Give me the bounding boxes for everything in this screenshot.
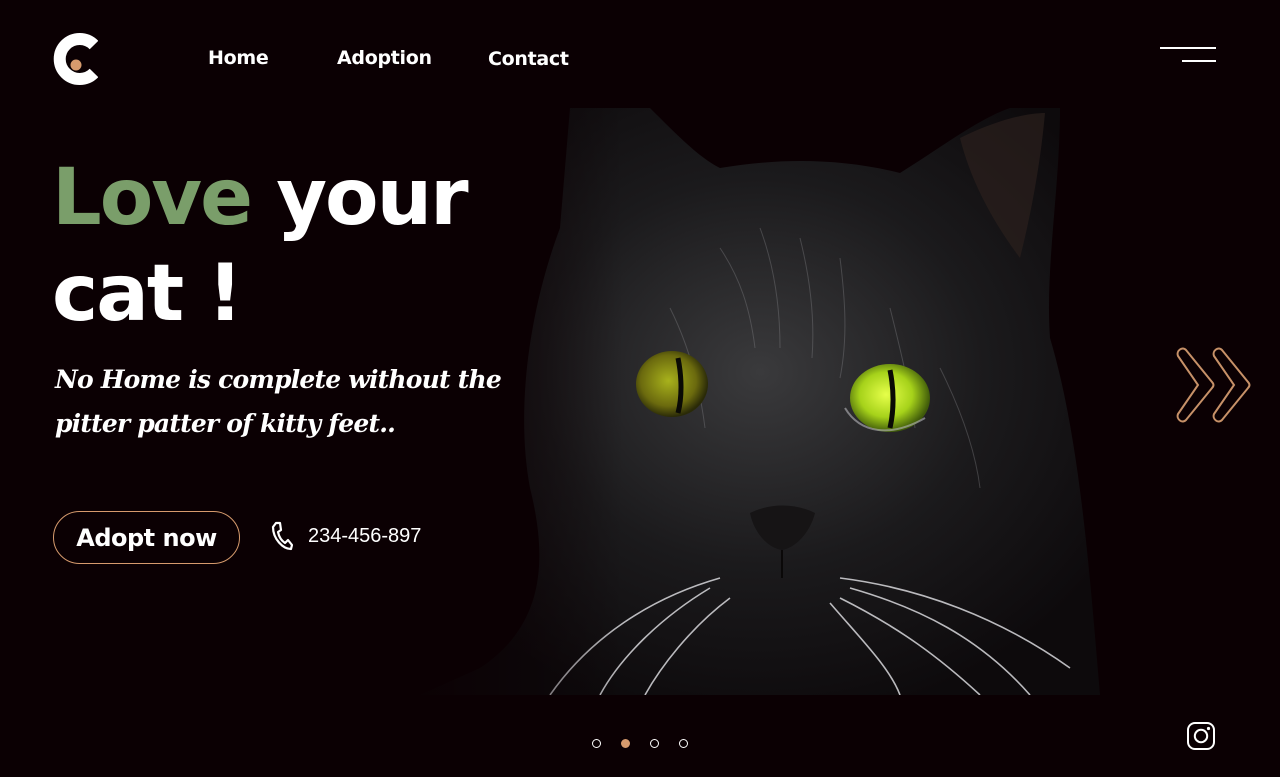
carousel-dot-4[interactable] bbox=[679, 739, 688, 748]
hero-tagline: No Home is complete without the pitter p… bbox=[55, 365, 502, 438]
headline-accent: Love bbox=[52, 153, 253, 243]
menu-line bbox=[1160, 47, 1216, 49]
phone-icon bbox=[271, 521, 293, 551]
hero-headline: Love your cat ! bbox=[52, 150, 469, 342]
menu-line bbox=[1182, 60, 1216, 62]
instagram-icon[interactable] bbox=[1186, 721, 1216, 751]
nav-contact-link[interactable]: Contact bbox=[488, 48, 569, 70]
carousel-dot-2[interactable] bbox=[621, 739, 630, 748]
nav-adoption-link[interactable]: Adoption bbox=[337, 47, 432, 69]
carousel-dot-3[interactable] bbox=[650, 739, 659, 748]
headline-word: cat ! bbox=[52, 249, 243, 339]
hamburger-menu-icon[interactable] bbox=[1158, 44, 1218, 66]
headline-word: your bbox=[276, 153, 468, 243]
adopt-now-button[interactable]: Adopt now bbox=[53, 511, 240, 564]
phone-number[interactable]: 234-456-897 bbox=[308, 525, 421, 548]
double-chevron-right-icon[interactable] bbox=[1174, 346, 1254, 424]
nav-home-link[interactable]: Home bbox=[208, 47, 269, 69]
c-logo-icon[interactable] bbox=[52, 33, 98, 87]
carousel-dot-1[interactable] bbox=[592, 739, 601, 748]
carousel-indicators bbox=[592, 739, 692, 751]
